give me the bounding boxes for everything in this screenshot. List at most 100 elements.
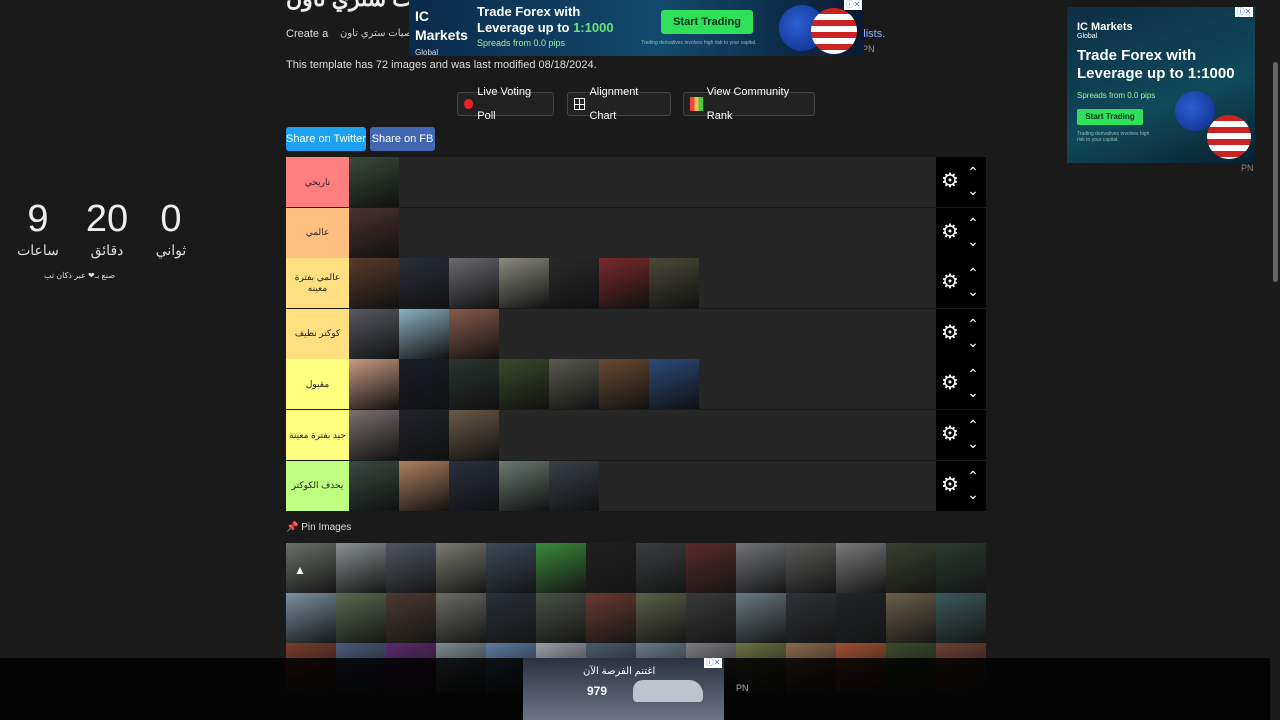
- pool-character-image[interactable]: [336, 593, 386, 643]
- tier-label[interactable]: عالمي بفترة معينه: [286, 258, 349, 309]
- character-image[interactable]: [349, 258, 399, 309]
- character-image[interactable]: [449, 410, 499, 460]
- character-image[interactable]: [399, 359, 449, 410]
- pool-character-image[interactable]: [436, 593, 486, 643]
- pool-character-image[interactable]: [436, 543, 486, 593]
- pool-character-image[interactable]: [836, 593, 886, 643]
- tier-drop-zone[interactable]: [349, 258, 936, 309]
- pool-character-image[interactable]: [536, 593, 586, 643]
- tier-label[interactable]: يحذف الكوكتر: [286, 460, 349, 511]
- move-up-icon[interactable]: ⌃: [966, 367, 980, 381]
- move-up-icon[interactable]: ⌃: [966, 216, 980, 230]
- tier-label[interactable]: مقبول: [286, 359, 349, 410]
- pool-character-image[interactable]: [686, 593, 736, 643]
- pool-character-image[interactable]: [386, 543, 436, 593]
- character-image[interactable]: [349, 207, 399, 258]
- side-ad-start-trading-button[interactable]: Start Trading: [1077, 109, 1143, 125]
- move-down-icon[interactable]: ⌄: [966, 436, 980, 450]
- alignment-chart-button[interactable]: Alignment Chart: [567, 86, 671, 122]
- pin-images-toggle[interactable]: 📌 Pin Images: [286, 522, 351, 533]
- side-banner-ad[interactable]: IC Markets Global Trade Forex with Lever…: [1067, 7, 1255, 163]
- live-voting-poll-button[interactable]: Live Voting Poll: [457, 86, 554, 122]
- move-down-icon[interactable]: ⌄: [966, 385, 980, 399]
- pool-character-image[interactable]: [886, 593, 936, 643]
- share-twitter-button[interactable]: Share on Twitter: [286, 127, 366, 151]
- ad-close-icon[interactable]: ⓘ✕: [844, 0, 862, 10]
- gear-icon[interactable]: ⚙: [941, 171, 961, 191]
- gear-icon[interactable]: ⚙: [941, 222, 961, 242]
- pool-character-image[interactable]: [736, 543, 786, 593]
- move-up-icon[interactable]: ⌃: [966, 266, 980, 280]
- character-image[interactable]: [499, 460, 549, 511]
- move-down-icon[interactable]: ⌄: [966, 183, 980, 197]
- bottom-banner-ad[interactable]: اغتنم الفرصة الآن 979 ⓘ✕: [523, 658, 724, 720]
- character-image[interactable]: [499, 359, 549, 410]
- tier-drop-zone[interactable]: [349, 308, 936, 359]
- character-image[interactable]: [449, 258, 499, 309]
- tier-label[interactable]: تاريخي: [286, 157, 349, 207]
- pool-character-image[interactable]: [936, 543, 986, 593]
- character-image[interactable]: [449, 359, 499, 410]
- gear-icon[interactable]: ⚙: [941, 272, 961, 292]
- pool-character-image[interactable]: [736, 593, 786, 643]
- pool-character-image[interactable]: [636, 543, 686, 593]
- character-image[interactable]: [599, 359, 649, 410]
- character-image[interactable]: [399, 258, 449, 309]
- move-down-icon[interactable]: ⌄: [966, 487, 980, 501]
- bottom-ad-close-icon[interactable]: ⓘ✕: [704, 658, 722, 668]
- pool-character-image[interactable]: [286, 593, 336, 643]
- character-image[interactable]: [449, 460, 499, 511]
- side-ad-close-icon[interactable]: ⓘ✕: [1235, 7, 1253, 17]
- character-image[interactable]: [549, 460, 599, 511]
- character-image[interactable]: [449, 308, 499, 359]
- character-image[interactable]: [599, 258, 649, 309]
- move-down-icon[interactable]: ⌄: [966, 335, 980, 349]
- tier-label[interactable]: جيد بفترة معينة: [286, 410, 349, 460]
- pool-character-image[interactable]: [836, 543, 886, 593]
- character-image[interactable]: [349, 359, 399, 410]
- pool-character-image[interactable]: [586, 593, 636, 643]
- top-banner-ad[interactable]: IC Markets Global Trade Forex with Lever…: [409, 0, 864, 57]
- tier-drop-zone[interactable]: [349, 460, 936, 511]
- pool-character-image[interactable]: [386, 593, 436, 643]
- pool-character-image[interactable]: [336, 543, 386, 593]
- move-down-icon[interactable]: ⌄: [966, 234, 980, 248]
- tier-drop-zone[interactable]: [349, 410, 936, 460]
- character-image[interactable]: [349, 410, 399, 460]
- character-image[interactable]: [399, 308, 449, 359]
- pool-character-image[interactable]: [786, 543, 836, 593]
- pool-character-image[interactable]: [686, 543, 736, 593]
- pool-character-image[interactable]: [936, 593, 986, 643]
- character-image[interactable]: [549, 258, 599, 309]
- pool-character-image[interactable]: [636, 593, 686, 643]
- character-image[interactable]: [349, 460, 399, 511]
- tier-drop-zone[interactable]: [349, 207, 936, 258]
- pool-character-image[interactable]: [486, 543, 536, 593]
- character-image[interactable]: [399, 410, 449, 460]
- ad-start-trading-button[interactable]: Start Trading: [661, 10, 753, 34]
- character-image[interactable]: [549, 359, 599, 410]
- character-image[interactable]: [349, 157, 399, 207]
- pool-character-image[interactable]: [536, 543, 586, 593]
- gear-icon[interactable]: ⚙: [941, 475, 961, 495]
- view-community-rank-button[interactable]: View Community Rank: [683, 86, 815, 122]
- move-down-icon[interactable]: ⌄: [966, 284, 980, 298]
- character-image[interactable]: [349, 308, 399, 359]
- tier-label[interactable]: كوكتر نظيف: [286, 308, 349, 359]
- gear-icon[interactable]: ⚙: [941, 424, 961, 444]
- tier-drop-zone[interactable]: [349, 359, 936, 410]
- character-image[interactable]: [499, 258, 549, 309]
- move-up-icon[interactable]: ⌃: [966, 418, 980, 432]
- move-up-icon[interactable]: ⌃: [966, 317, 980, 331]
- pool-character-image[interactable]: [586, 543, 636, 593]
- character-image[interactable]: [649, 359, 699, 410]
- pool-character-image[interactable]: [786, 593, 836, 643]
- character-image[interactable]: [399, 460, 449, 511]
- move-up-icon[interactable]: ⌃: [966, 469, 980, 483]
- tier-label[interactable]: عالمي: [286, 207, 349, 258]
- page-scrollbar-thumb[interactable]: [1273, 62, 1278, 282]
- character-image[interactable]: [649, 258, 699, 309]
- move-up-icon[interactable]: ⌃: [966, 165, 980, 179]
- share-fb-button[interactable]: Share on FB: [370, 127, 435, 151]
- pool-character-image[interactable]: [886, 543, 936, 593]
